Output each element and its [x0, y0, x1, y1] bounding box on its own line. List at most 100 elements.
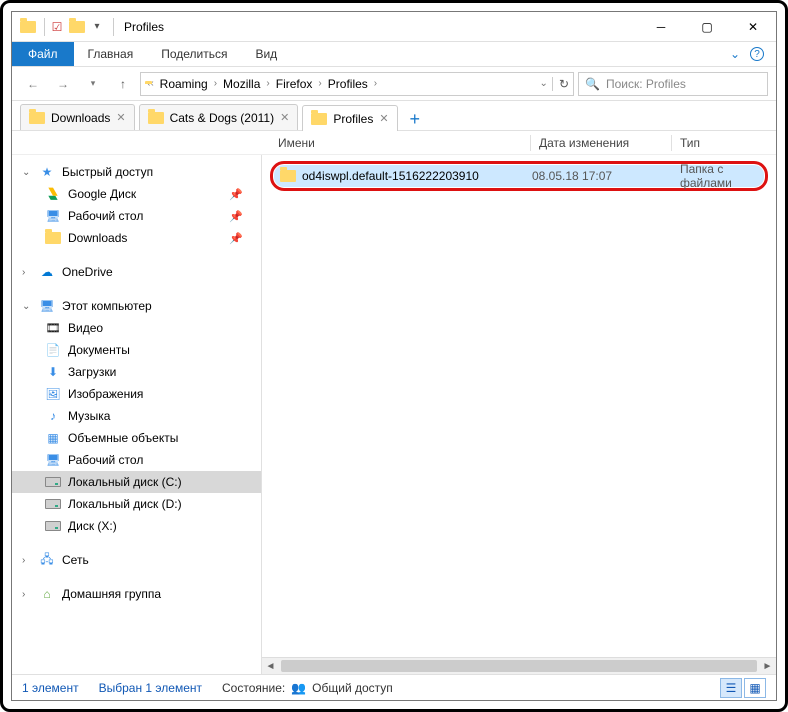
- homegroup-icon: ⌂: [38, 585, 56, 603]
- sidebar-item[interactable]: Google Диск📌: [12, 183, 261, 205]
- view-icons-button[interactable]: ▦: [744, 678, 766, 698]
- app-icon: [20, 19, 36, 35]
- drive-icon: [44, 517, 62, 535]
- status-state-value: Общий доступ: [312, 681, 393, 695]
- tab-cats-dogs[interactable]: Cats & Dogs (2011)✕: [139, 104, 299, 130]
- highlight-annotation: od4iswpl.default-1516222203910 08.05.18 …: [270, 161, 768, 191]
- address-dropdown-icon[interactable]: ⌄: [540, 78, 548, 89]
- minimize-button[interactable]: ─: [638, 12, 684, 42]
- breadcrumb[interactable]: Roaming: [156, 77, 212, 91]
- file-type: Папка с файлами: [680, 162, 758, 190]
- pictures-icon: 🖼: [44, 385, 62, 403]
- sidebar-item[interactable]: ⬇Загрузки: [12, 361, 261, 383]
- sidebar-quick-access[interactable]: ⌄★Быстрый доступ: [12, 161, 261, 183]
- folder-tabs: Downloads✕ Cats & Dogs (2011)✕ Profiles✕…: [12, 101, 776, 131]
- scroll-left-icon[interactable]: ◄: [262, 658, 279, 675]
- navigation-pane: ⌄★Быстрый доступ Google Диск📌 🖥Рабочий с…: [12, 155, 262, 674]
- folder-icon: [44, 229, 62, 247]
- menu-view[interactable]: Вид: [241, 42, 291, 66]
- folder-icon: [280, 170, 296, 182]
- tab-close-icon[interactable]: ✕: [116, 111, 125, 124]
- window-title: Profiles: [124, 20, 164, 34]
- column-type[interactable]: Тип: [672, 136, 776, 150]
- sidebar-item[interactable]: ▦Объемные объекты: [12, 427, 261, 449]
- pin-icon: 📌: [229, 210, 243, 223]
- status-state-label: Состояние:: [222, 681, 285, 695]
- horizontal-scrollbar[interactable]: ◄ ►: [262, 657, 776, 674]
- desktop-icon: 🖥: [44, 207, 62, 225]
- menu-share[interactable]: Поделиться: [147, 42, 241, 66]
- qat-newfolder-icon[interactable]: [69, 19, 85, 35]
- tab-profiles[interactable]: Profiles✕: [302, 105, 397, 131]
- sidebar-network[interactable]: ›🖧Сеть: [12, 549, 261, 571]
- sidebar-homegroup[interactable]: ›⌂Домашняя группа: [12, 583, 261, 605]
- status-count: 1 элемент: [22, 681, 79, 695]
- sidebar-item[interactable]: 🖼Изображения: [12, 383, 261, 405]
- sidebar-item[interactable]: ♪Музыка: [12, 405, 261, 427]
- music-icon: ♪: [44, 407, 62, 425]
- address-bar[interactable]: ‹‹ Roaming› Mozilla› Firefox› Profiles› …: [140, 72, 574, 96]
- drive-icon: [44, 495, 62, 513]
- forward-button[interactable]: →: [50, 71, 76, 97]
- search-placeholder: Поиск: Profiles: [606, 77, 686, 91]
- sidebar-item[interactable]: 🖥Рабочий стол📌: [12, 205, 261, 227]
- column-headers: Имени Дата изменения Тип: [12, 131, 776, 155]
- pc-icon: 🖥: [38, 297, 56, 315]
- breadcrumb[interactable]: Profiles: [324, 77, 372, 91]
- recent-dropdown-icon[interactable]: ▾: [80, 71, 106, 97]
- docs-icon: 📄: [44, 341, 62, 359]
- search-icon: 🔍: [585, 77, 600, 91]
- tab-close-icon[interactable]: ✕: [379, 112, 388, 125]
- menu-file[interactable]: Файл: [12, 42, 74, 66]
- qat-dropdown-icon[interactable]: ▾: [89, 19, 105, 35]
- scroll-thumb[interactable]: [281, 660, 757, 672]
- tab-close-icon[interactable]: ✕: [280, 111, 289, 124]
- sidebar-item[interactable]: 📄Документы: [12, 339, 261, 361]
- status-selected: Выбран 1 элемент: [99, 681, 202, 695]
- sidebar-item[interactable]: 🎞Видео: [12, 317, 261, 339]
- drive-icon: [44, 473, 62, 491]
- video-icon: 🎞: [44, 319, 62, 337]
- breadcrumb[interactable]: Mozilla: [219, 77, 264, 91]
- sidebar-item[interactable]: Локальный диск (D:): [12, 493, 261, 515]
- pin-icon: 📌: [229, 188, 243, 201]
- search-input[interactable]: 🔍 Поиск: Profiles: [578, 72, 768, 96]
- new-tab-button[interactable]: +: [402, 109, 429, 130]
- ribbon-tabs: Файл Главная Поделиться Вид ⌄ ?: [12, 42, 776, 67]
- refresh-button[interactable]: ↻: [552, 77, 569, 91]
- column-date[interactable]: Дата изменения: [531, 136, 671, 150]
- sidebar-thispc[interactable]: ⌄🖥Этот компьютер: [12, 295, 261, 317]
- status-bar: 1 элемент Выбран 1 элемент Состояние: 👥 Об…: [12, 674, 776, 700]
- maximize-button[interactable]: ▢: [684, 12, 730, 42]
- view-details-button[interactable]: ☰: [720, 678, 742, 698]
- titlebar: ☑ ▾ Profiles ─ ▢ ✕: [12, 12, 776, 42]
- sidebar-onedrive[interactable]: ›☁OneDrive: [12, 261, 261, 283]
- pin-icon: 📌: [229, 232, 243, 245]
- scroll-right-icon[interactable]: ►: [759, 658, 776, 675]
- ribbon-expand-icon[interactable]: ⌄ ?: [718, 42, 776, 66]
- list-item[interactable]: od4iswpl.default-1516222203910 08.05.18 …: [274, 165, 764, 187]
- tab-downloads[interactable]: Downloads✕: [20, 104, 135, 130]
- qat-properties-icon[interactable]: ☑: [49, 19, 65, 35]
- explorer-window: ☑ ▾ Profiles ─ ▢ ✕ Файл Главная Поделить…: [11, 11, 777, 701]
- column-name[interactable]: Имени: [270, 136, 530, 150]
- file-list: od4iswpl.default-1516222203910 08.05.18 …: [262, 155, 776, 674]
- back-button[interactable]: ←: [20, 71, 46, 97]
- onedrive-icon: ☁: [38, 263, 56, 281]
- sidebar-item[interactable]: Downloads📌: [12, 227, 261, 249]
- breadcrumb[interactable]: Firefox: [272, 77, 317, 91]
- close-button[interactable]: ✕: [730, 12, 776, 42]
- file-name: od4iswpl.default-1516222203910: [302, 169, 479, 183]
- file-date: 08.05.18 17:07: [532, 169, 672, 183]
- network-icon: 🖧: [38, 551, 56, 569]
- sidebar-item-drive-c[interactable]: Локальный диск (C:): [12, 471, 261, 493]
- gdrive-icon: [44, 185, 62, 203]
- 3d-icon: ▦: [44, 429, 62, 447]
- sidebar-item[interactable]: Диск (X:): [12, 515, 261, 537]
- shared-icon: 👥: [291, 681, 306, 695]
- downloads-icon: ⬇: [44, 363, 62, 381]
- sidebar-item[interactable]: 🖥Рабочий стол: [12, 449, 261, 471]
- navigation-toolbar: ← → ▾ ↑ ‹‹ Roaming› Mozilla› Firefox› Pr…: [12, 67, 776, 101]
- menu-home[interactable]: Главная: [74, 42, 148, 66]
- up-button[interactable]: ↑: [110, 71, 136, 97]
